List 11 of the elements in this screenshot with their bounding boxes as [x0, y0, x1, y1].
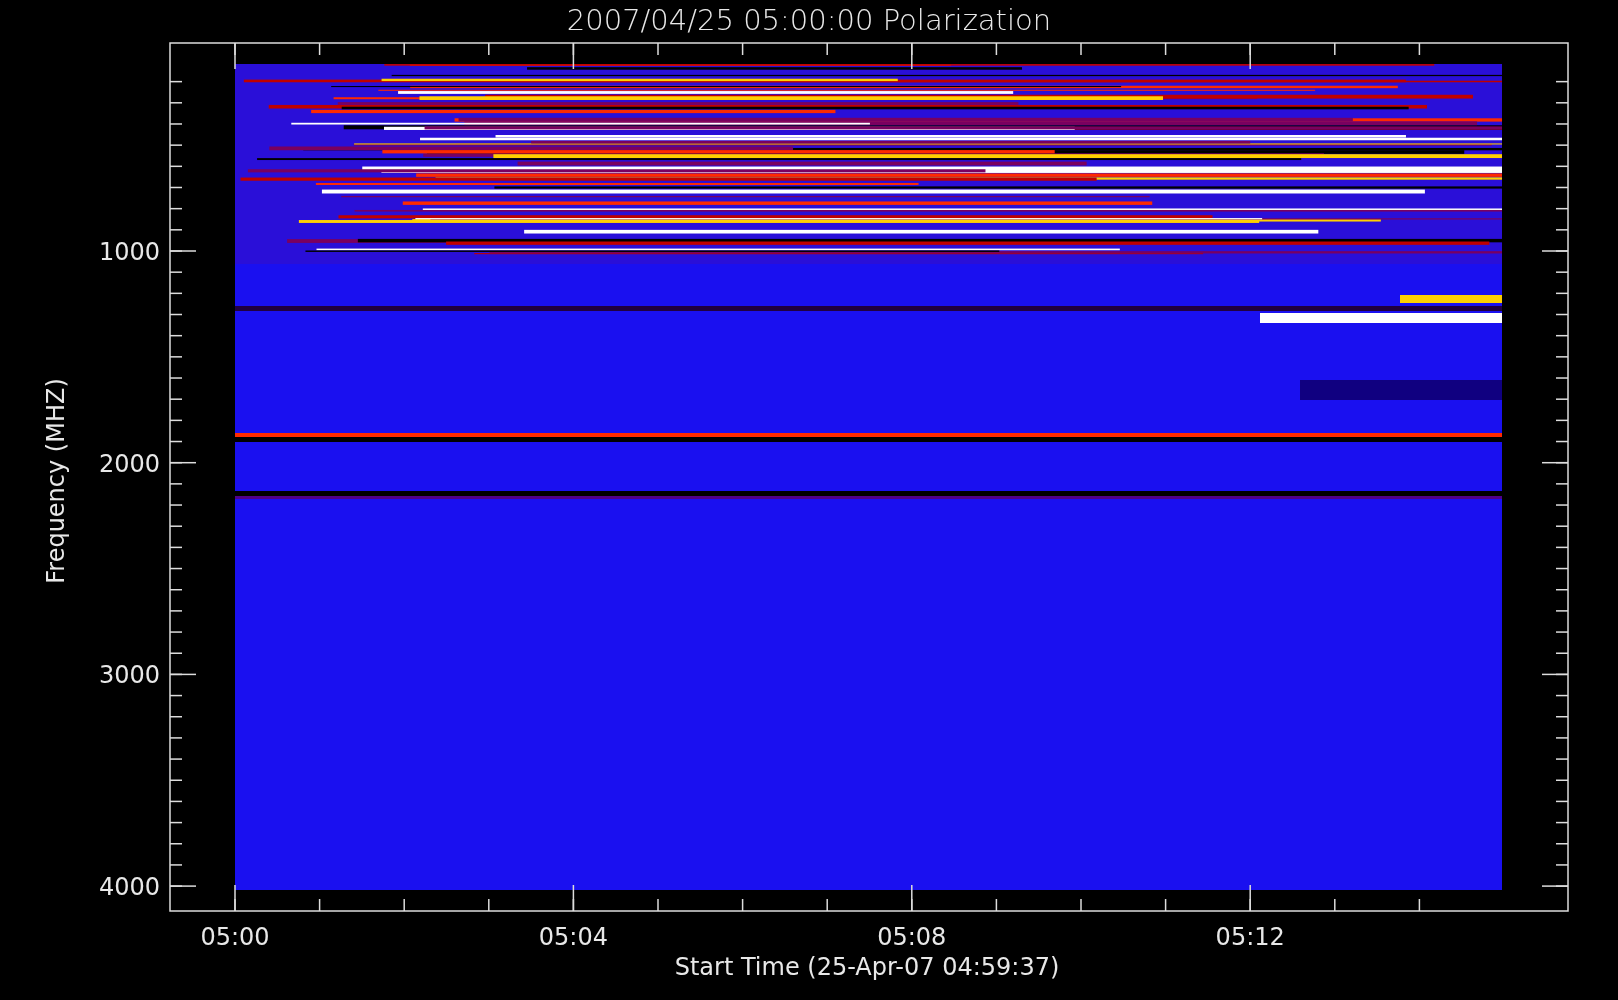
x-tick-label: 05:04	[538, 923, 608, 951]
x-tick-label: 05:12	[1215, 923, 1285, 951]
y-tick-label: 2000	[98, 449, 160, 478]
x-axis-label: Start Time (25-Apr-07 04:59:37)	[674, 953, 1060, 981]
y-tick-label: 1000	[98, 238, 160, 266]
y-tick-label: 3000	[98, 661, 160, 690]
y-tick-label: 4000	[98, 873, 160, 902]
plot-title: 2007/04/25 05:00:00 Polarization	[566, 3, 1052, 37]
y-axis-label: Frequency (MHZ)	[42, 378, 70, 584]
x-tick-label: 05:08	[877, 923, 947, 951]
x-tick-label: 05:00	[200, 923, 270, 951]
